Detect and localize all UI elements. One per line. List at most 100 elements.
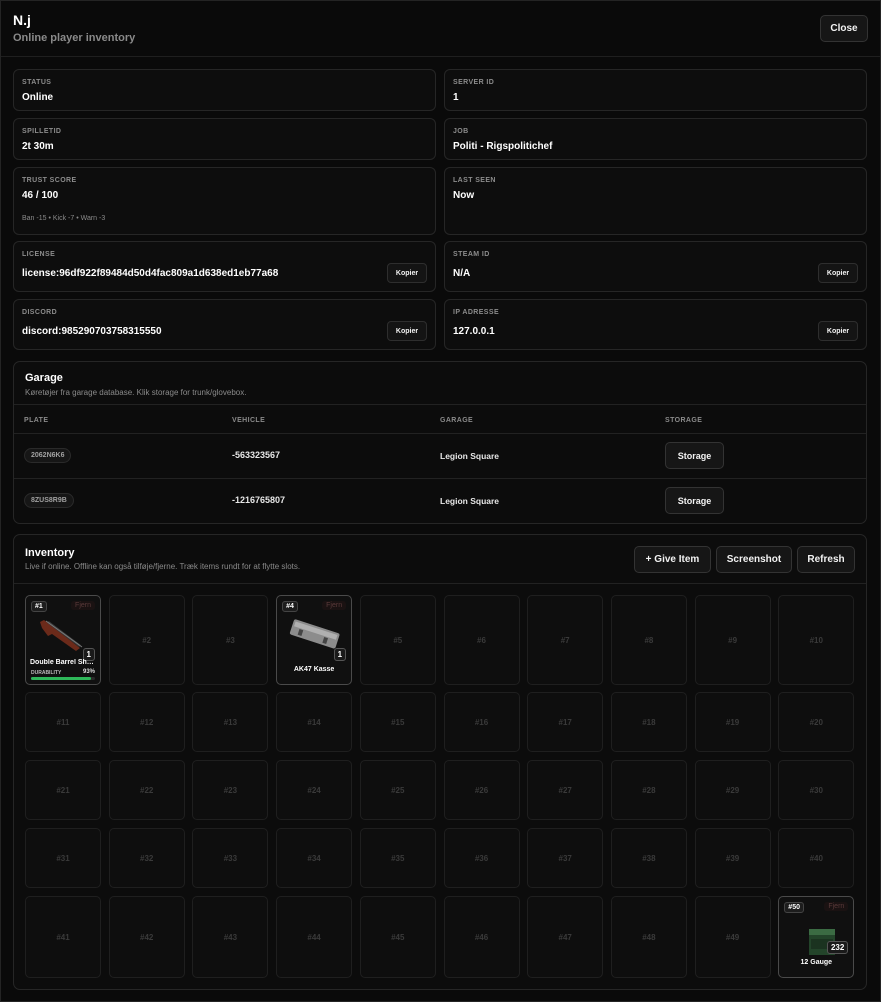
- inventory-slot[interactable]: #11: [25, 692, 101, 752]
- server-id-value: 1: [453, 92, 459, 103]
- inventory-slot[interactable]: #30: [778, 760, 855, 820]
- inventory-slot[interactable]: #28: [610, 760, 687, 820]
- column-header-plate: PLATE: [24, 417, 49, 424]
- slot-number: #31: [56, 854, 70, 863]
- steam-id-card: STEAM ID N/A Kopier: [444, 241, 867, 292]
- slot-number: #22: [140, 786, 154, 795]
- inventory-slot[interactable]: #24: [276, 760, 353, 820]
- slot-number: #9: [728, 636, 738, 645]
- inventory-slot[interactable]: #21: [25, 760, 101, 820]
- slot-number: #37: [558, 854, 572, 863]
- slot-number: #14: [307, 718, 321, 727]
- inventory-slot[interactable]: #25: [359, 760, 436, 820]
- inventory-slot[interactable]: #50 Fjern 232 12 Gauge: [778, 896, 855, 978]
- inventory-slot[interactable]: #22: [108, 760, 185, 820]
- inventory-slot[interactable]: #9: [694, 595, 771, 685]
- slot-number: #18: [642, 718, 656, 727]
- slot-tag: #4: [282, 601, 298, 612]
- inventory-slot[interactable]: #48: [610, 896, 687, 978]
- inventory-slot[interactable]: #4 Fjern 1 AK47 Kasse: [276, 595, 353, 685]
- copy-discord-button[interactable]: Kopier: [387, 321, 427, 341]
- slot-number: #27: [558, 786, 572, 795]
- give-item-button[interactable]: + Give Item: [634, 546, 711, 573]
- inventory-slot[interactable]: #46: [443, 896, 520, 978]
- remove-item-button[interactable]: Fjern: [824, 902, 849, 911]
- inventory-slot[interactable]: #8: [610, 595, 687, 685]
- inventory-slot[interactable]: #18: [610, 692, 687, 752]
- slot-number: #11: [56, 718, 70, 727]
- inventory-slot[interactable]: #40: [778, 828, 855, 888]
- inventory-slot[interactable]: #23: [192, 760, 269, 820]
- copy-steam-button[interactable]: Kopier: [818, 263, 858, 283]
- inventory-slot[interactable]: #32: [108, 828, 185, 888]
- inventory-slot[interactable]: #1 Fjern 1 Double Barrel Sho... DURABILIT…: [25, 595, 101, 685]
- copy-ip-button[interactable]: Kopier: [818, 321, 858, 341]
- slot-number: #12: [140, 718, 154, 727]
- inventory-slot[interactable]: #44: [276, 896, 353, 978]
- inventory-slot[interactable]: #43: [192, 896, 269, 978]
- inventory-description: Live if online. Offline kan også tilføje…: [25, 562, 301, 571]
- inventory-slot[interactable]: #6: [443, 595, 520, 685]
- storage-button[interactable]: Storage: [665, 442, 724, 469]
- inventory-slot[interactable]: #5: [359, 595, 436, 685]
- slot-number: #39: [725, 854, 740, 863]
- inventory-slot[interactable]: #2: [108, 595, 185, 685]
- plate-badge: 8ZUS8R9B: [24, 493, 74, 508]
- inventory-slot[interactable]: #19: [694, 692, 771, 752]
- inventory-slot[interactable]: #17: [527, 692, 604, 752]
- inventory-slot[interactable]: #12: [108, 692, 185, 752]
- inventory-slot[interactable]: #38: [610, 828, 687, 888]
- slot-number: #45: [391, 933, 405, 942]
- inventory-slot[interactable]: #10: [778, 595, 855, 685]
- steam-id-label: STEAM ID: [453, 251, 490, 258]
- inventory-slot[interactable]: #15: [359, 692, 436, 752]
- discord-value: discord:985290703758315550: [22, 326, 162, 337]
- inventory-slot[interactable]: #27: [527, 760, 604, 820]
- inventory-slot[interactable]: #35: [359, 828, 436, 888]
- inventory-slot[interactable]: #31: [25, 828, 101, 888]
- storage-button[interactable]: Storage: [665, 487, 724, 514]
- close-button[interactable]: Close: [820, 15, 868, 42]
- slot-number: #30: [809, 786, 823, 795]
- shotgun-icon: [34, 614, 94, 652]
- status-value: Online: [22, 92, 54, 103]
- inventory-slot[interactable]: #13: [192, 692, 269, 752]
- copy-license-button[interactable]: Kopier: [387, 263, 427, 283]
- durability-bar: [31, 677, 95, 680]
- inventory-slot[interactable]: #36: [443, 828, 520, 888]
- inventory-slot[interactable]: #39: [694, 828, 771, 888]
- slot-number: #47: [558, 933, 572, 942]
- item-quantity: 232: [826, 941, 849, 954]
- modal-header: N.j Online player inventory Close: [1, 1, 880, 57]
- inventory-slot[interactable]: #49: [694, 896, 771, 978]
- refresh-button[interactable]: Refresh: [797, 546, 855, 573]
- inventory-slot[interactable]: #47: [527, 896, 604, 978]
- inventory-slot[interactable]: #29: [694, 760, 771, 820]
- remove-item-button[interactable]: Fjern: [322, 601, 347, 610]
- inventory-slot[interactable]: #16: [443, 692, 520, 752]
- slot-tag: #1: [31, 601, 47, 612]
- slot-number: #13: [223, 718, 238, 727]
- slot-number: #29: [725, 786, 740, 795]
- inventory-slot[interactable]: #34: [276, 828, 353, 888]
- remove-item-button[interactable]: Fjern: [71, 601, 95, 610]
- plate-badge: 2062N6K6: [24, 448, 72, 463]
- screenshot-button[interactable]: Screenshot: [716, 546, 792, 573]
- inventory-section: Inventory Live if online. Offline kan og…: [13, 534, 867, 990]
- inventory-slot[interactable]: #26: [443, 760, 520, 820]
- job-value: Politi - Rigspolitichef: [453, 141, 553, 152]
- inventory-slot[interactable]: #20: [778, 692, 855, 752]
- inventory-slot[interactable]: #37: [527, 828, 604, 888]
- inventory-slot[interactable]: #14: [276, 692, 353, 752]
- slot-number: #3: [225, 636, 235, 645]
- job-label: JOB: [453, 128, 469, 135]
- inventory-slot[interactable]: #41: [25, 896, 101, 978]
- inventory-slot[interactable]: #45: [359, 896, 436, 978]
- slot-number: #48: [642, 933, 656, 942]
- inventory-slot[interactable]: #33: [192, 828, 269, 888]
- inventory-slot[interactable]: #42: [108, 896, 185, 978]
- inventory-slot[interactable]: #7: [527, 595, 604, 685]
- slot-number: #44: [307, 933, 321, 942]
- inventory-slot[interactable]: #3: [192, 595, 269, 685]
- server-id-card: SERVER ID 1: [444, 69, 867, 111]
